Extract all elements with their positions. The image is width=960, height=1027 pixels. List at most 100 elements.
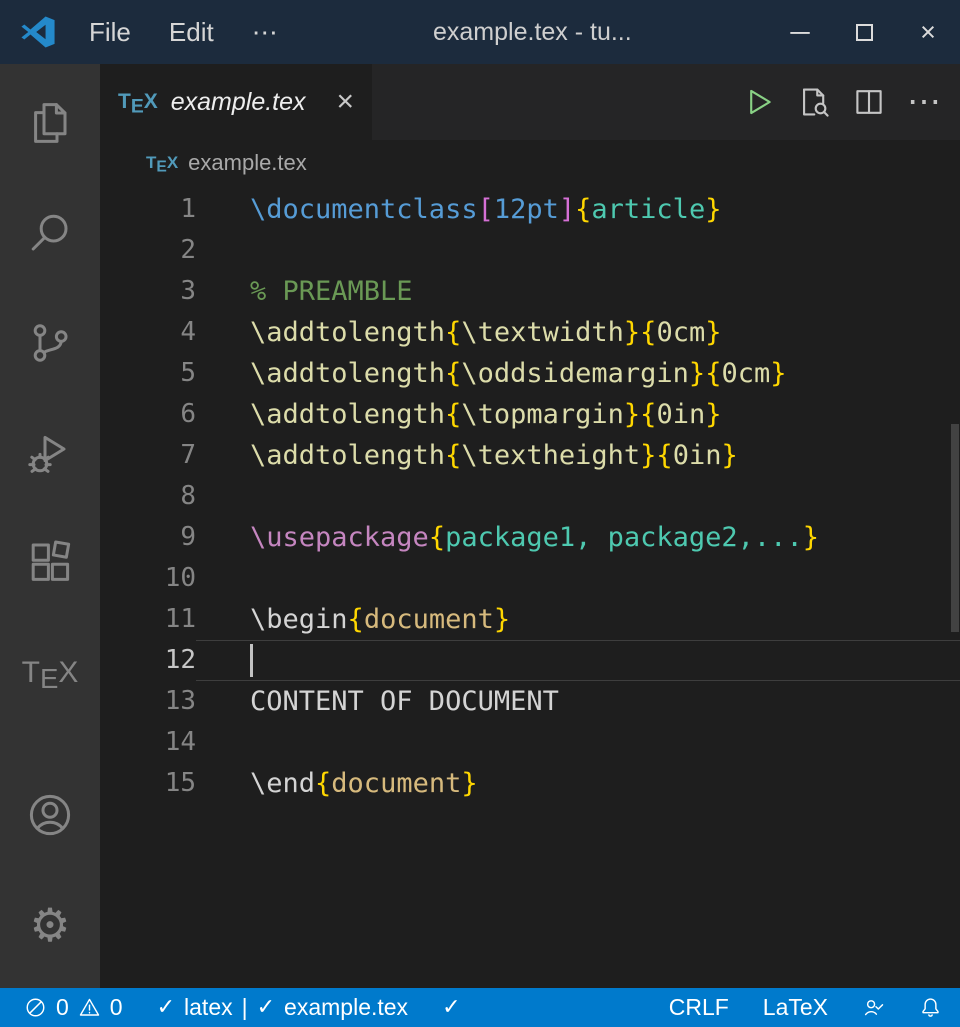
- line-content: [196, 558, 960, 599]
- menu-more[interactable]: ⋯: [233, 17, 297, 47]
- activity-bar-item-run-debug[interactable]: [0, 398, 100, 508]
- activity-bar-bottom: ⚙: [0, 760, 100, 980]
- code-line[interactable]: 12: [100, 640, 960, 681]
- title-bar: FileEdit⋯ example.tex - tu... ─ ×: [0, 0, 960, 64]
- code-token: {: [315, 768, 331, 799]
- line-content: \addtolength{\textheight}{0in}: [196, 435, 960, 476]
- line-number: 6: [100, 394, 196, 435]
- menu-edit[interactable]: Edit: [150, 17, 233, 47]
- tab-label: example.tex: [171, 88, 306, 117]
- extensions-icon: [26, 539, 74, 587]
- code-line[interactable]: 15\end{document}: [100, 763, 960, 804]
- activity-bar-item-latex-workshop[interactable]: TEX: [0, 618, 100, 728]
- status-latex-compile-status[interactable]: ✓latex|✓example.tex: [157, 988, 408, 1027]
- line-number: 13: [100, 681, 196, 722]
- tex-file-icon: TEX: [146, 153, 178, 173]
- line-content: \documentclass[12pt]{article}: [196, 189, 960, 230]
- code-token: }: [461, 768, 477, 799]
- status-language-mode[interactable]: LaTeX: [763, 988, 828, 1027]
- person-check-icon: [862, 996, 885, 1019]
- line-number: 7: [100, 435, 196, 476]
- status-text: CRLF: [669, 994, 729, 1021]
- code-token: 0cm: [656, 317, 705, 348]
- title-bar-left: FileEdit⋯: [0, 14, 297, 50]
- code-line[interactable]: 6\addtolength{\topmargin}{0in}: [100, 394, 960, 435]
- line-number: 11: [100, 599, 196, 640]
- code-token: {: [575, 194, 591, 225]
- activity-bar-item-search[interactable]: [0, 178, 100, 288]
- activity-bar-item-source-control[interactable]: [0, 288, 100, 398]
- code-token: ]: [559, 194, 575, 225]
- status-feedback[interactable]: [862, 988, 885, 1027]
- status-text: latex: [184, 994, 233, 1021]
- code-token: {: [445, 440, 461, 471]
- code-line[interactable]: 4\addtolength{\textwidth}{0cm}: [100, 312, 960, 353]
- code-line[interactable]: 1\documentclass[12pt]{article}: [100, 189, 960, 230]
- more-actions-button[interactable]: ⋯: [904, 82, 944, 122]
- main-area: TEX ⚙ TEX example.tex × ⋯ TEX example.te…: [0, 64, 960, 988]
- line-content: \end{document}: [196, 763, 960, 804]
- line-number: 8: [100, 476, 196, 517]
- status-bar: 00✓latex|✓example.tex✓ CRLFLaTeX: [0, 988, 960, 1027]
- code-line[interactable]: 14: [100, 722, 960, 763]
- code-token: 0in: [656, 399, 705, 430]
- split-editor-button[interactable]: [849, 82, 889, 122]
- status-problems[interactable]: 00: [24, 988, 123, 1027]
- explorer-icon: [26, 99, 74, 147]
- line-number: 12: [100, 640, 196, 681]
- status-structure-status[interactable]: ✓: [442, 988, 460, 1027]
- status-text: example.tex: [284, 994, 408, 1021]
- run-button[interactable]: [739, 82, 779, 122]
- warning-icon: [78, 996, 101, 1019]
- preview-button[interactable]: [794, 82, 834, 122]
- line-number: 15: [100, 763, 196, 804]
- code-line[interactable]: 13CONTENT OF DOCUMENT: [100, 681, 960, 722]
- menu-file[interactable]: File: [70, 17, 150, 47]
- activity-bar-item-settings[interactable]: ⚙: [0, 870, 100, 980]
- editor-actions: ⋯: [739, 64, 960, 140]
- code-token: {: [429, 522, 445, 553]
- code-line[interactable]: 5\addtolength{\oddsidemargin}{0cm}: [100, 353, 960, 394]
- status-notifications[interactable]: [919, 988, 942, 1027]
- code-token: \addtolength: [250, 440, 445, 471]
- status-text: |: [242, 994, 248, 1021]
- code-token: \textheight: [461, 440, 640, 471]
- code-token: }: [705, 194, 721, 225]
- breadcrumb[interactable]: TEX example.tex: [100, 140, 960, 186]
- code-line[interactable]: 9\usepackage{package1, package2,...}: [100, 517, 960, 558]
- search-icon: [26, 209, 74, 257]
- code-line[interactable]: 2: [100, 230, 960, 271]
- code-token: 0cm: [721, 358, 770, 389]
- code-token: document: [364, 604, 494, 635]
- code-line[interactable]: 7\addtolength{\textheight}{0in}: [100, 435, 960, 476]
- code-line[interactable]: 3% PREAMBLE: [100, 271, 960, 312]
- code-token: \addtolength: [250, 317, 445, 348]
- code-token: \topmargin: [461, 399, 624, 430]
- code-line[interactable]: 8: [100, 476, 960, 517]
- window-controls: ─ ×: [768, 0, 960, 64]
- maximize-button[interactable]: [832, 0, 896, 64]
- code-line[interactable]: 10: [100, 558, 960, 599]
- minimize-button[interactable]: ─: [768, 0, 832, 64]
- code-token: \end: [250, 768, 315, 799]
- code-token: \addtolength: [250, 399, 445, 430]
- activity-bar-item-extensions[interactable]: [0, 508, 100, 618]
- line-content: % PREAMBLE: [196, 271, 960, 312]
- editor-code-area[interactable]: 1\documentclass[12pt]{article}23% PREAMB…: [100, 186, 960, 988]
- code-line[interactable]: 11\begin{document}: [100, 599, 960, 640]
- close-button[interactable]: ×: [896, 0, 960, 64]
- code-token: }: [624, 399, 640, 430]
- activity-bar-item-explorer[interactable]: [0, 68, 100, 178]
- code-token: [: [478, 194, 494, 225]
- tab-example-tex[interactable]: TEX example.tex ×: [100, 64, 372, 140]
- tab-close-icon[interactable]: ×: [336, 87, 354, 117]
- activity-bar-item-account[interactable]: [0, 760, 100, 870]
- code-token: {: [445, 358, 461, 389]
- status-line-ending[interactable]: CRLF: [669, 988, 729, 1027]
- run-debug-icon: [26, 429, 74, 477]
- code-token: article: [591, 194, 705, 225]
- line-content: [196, 640, 960, 681]
- code-token: \addtolength: [250, 358, 445, 389]
- code-token: {: [656, 440, 672, 471]
- code-token: 0in: [673, 440, 722, 471]
